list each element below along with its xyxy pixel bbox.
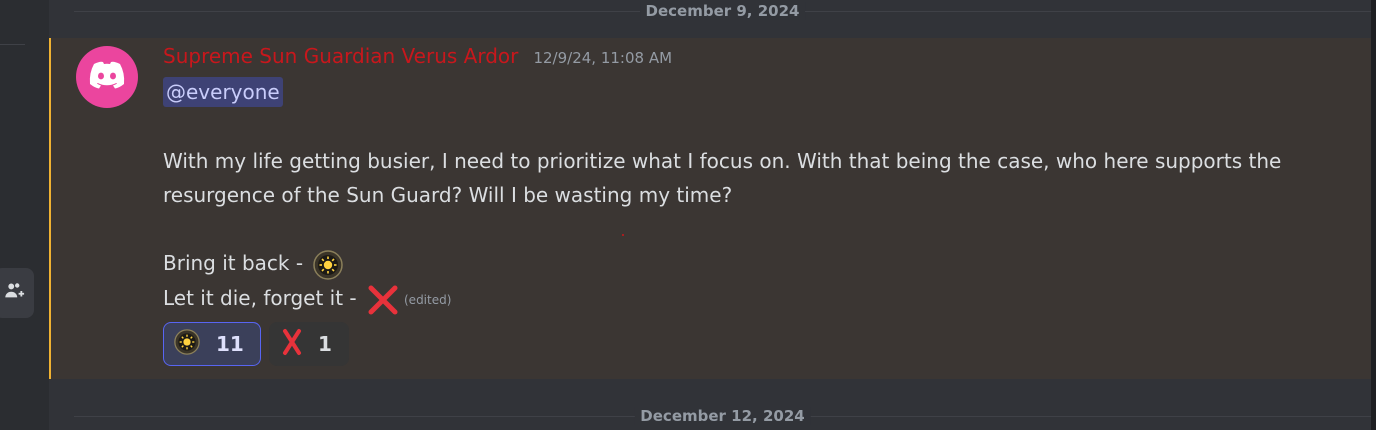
- reaction-count: 11: [216, 332, 244, 356]
- sun-emblem-emoji: [313, 249, 344, 280]
- message-text-line: With my life getting busier, I need to p…: [163, 149, 1282, 173]
- message-header: Supreme Sun Guardian Verus Ardor 12/9/24…: [163, 44, 672, 68]
- reaction-x-button[interactable]: 1: [269, 322, 349, 366]
- message-highlighted: Supreme Sun Guardian Verus Ardor 12/9/24…: [49, 38, 1371, 379]
- date-divider-label: December 9, 2024: [639, 2, 806, 20]
- red-x-emoji: [280, 328, 304, 360]
- reactions-bar: 11 1: [163, 322, 349, 366]
- poll-option-text: Let it die, forget it -: [163, 286, 363, 310]
- add-member-icon: [3, 280, 25, 306]
- stray-mark: [622, 234, 624, 236]
- poll-option-bring-back: Bring it back -: [163, 248, 344, 280]
- edited-label: (edited): [404, 292, 452, 307]
- sidebar-divider: [0, 44, 25, 45]
- invite-members-button[interactable]: [0, 268, 34, 318]
- reaction-sun-button[interactable]: 11: [163, 322, 261, 366]
- date-divider: December 9, 2024: [74, 1, 1371, 21]
- channel-sidebar: [0, 0, 49, 430]
- author-name[interactable]: Supreme Sun Guardian Verus Ardor: [163, 44, 518, 68]
- everyone-mention[interactable]: @everyone: [163, 77, 283, 107]
- poll-option-text: Bring it back -: [163, 251, 310, 275]
- poll-option-let-die: Let it die, forget it - (edited): [163, 283, 451, 316]
- date-divider: December 12, 2024: [74, 406, 1371, 426]
- scroll-edge: [1371, 0, 1376, 430]
- date-divider-label: December 12, 2024: [634, 407, 811, 425]
- reaction-count: 1: [318, 332, 332, 356]
- message-timestamp[interactable]: 12/9/24, 11:08 AM: [533, 49, 672, 67]
- sun-emblem-emoji: [174, 329, 200, 359]
- discord-logo-icon: [88, 60, 126, 94]
- message-text-line: resurgence of the Sun Guard? Will I be w…: [163, 183, 733, 207]
- avatar[interactable]: [76, 46, 138, 108]
- red-x-emoji: [367, 284, 399, 316]
